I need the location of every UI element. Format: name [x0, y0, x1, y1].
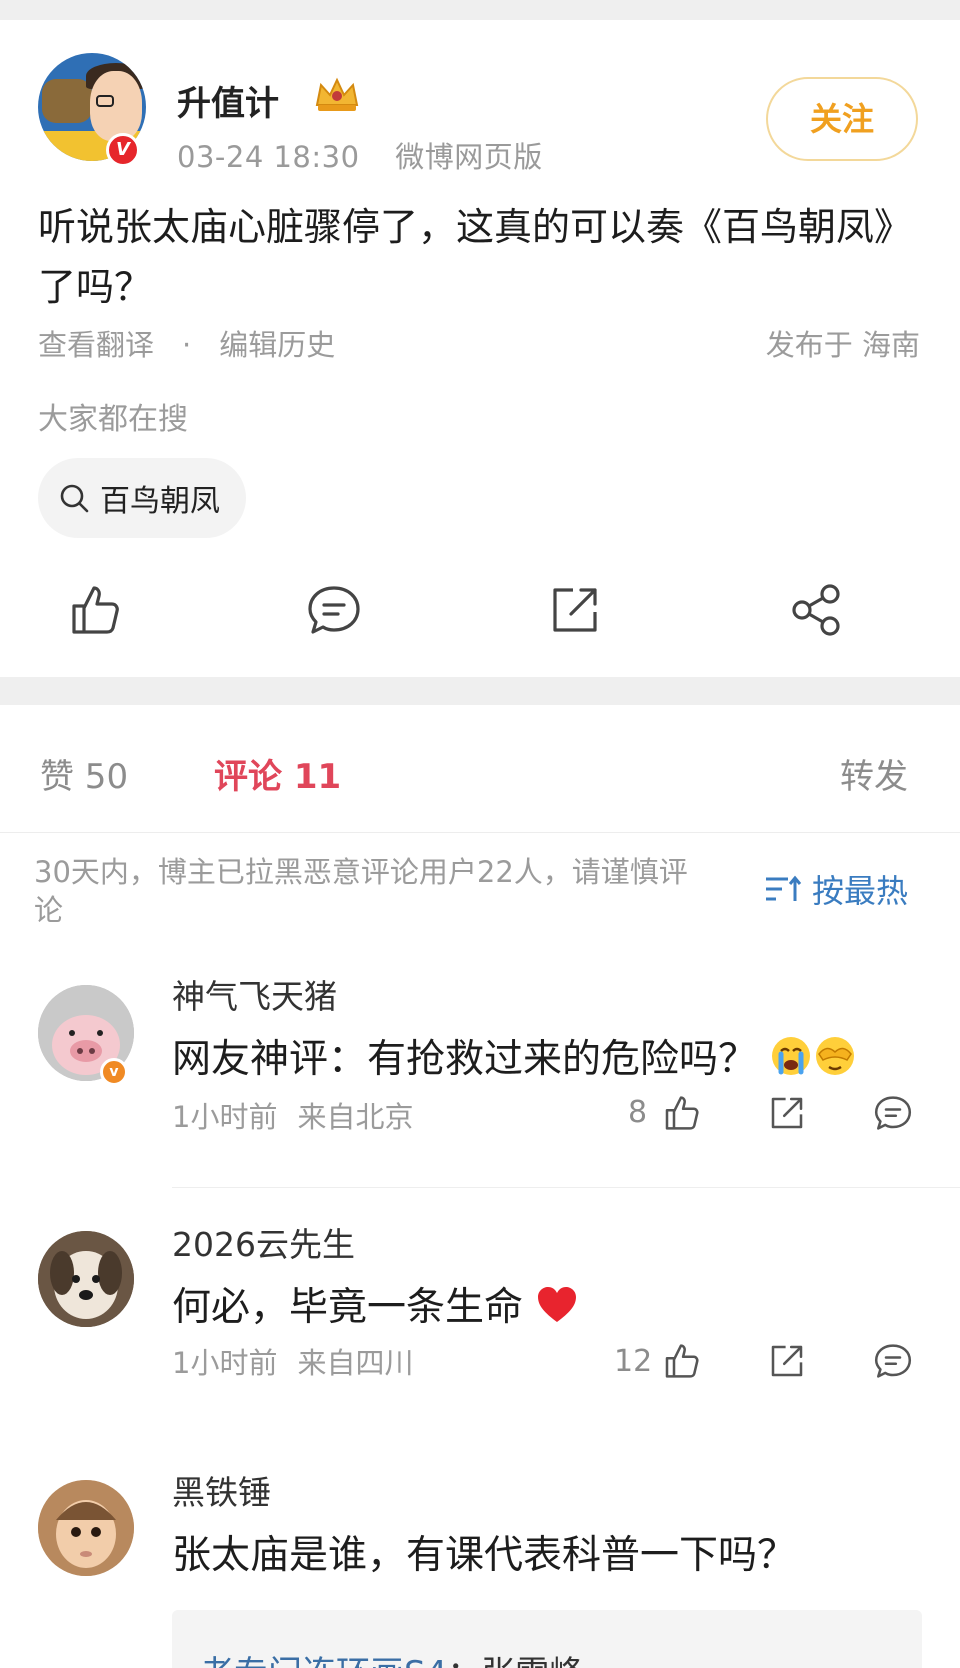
separator-dot: · [182, 328, 192, 362]
top-spacer [0, 0, 960, 20]
comment-text: 张太庙是谁，有课代表科普一下吗？ [172, 1533, 797, 1578]
post-text: 听说张太庙心脏骤停了，这真的可以奏《百鸟朝凤》了吗？ [38, 205, 913, 309]
comment-like-count: 12 [614, 1344, 653, 1379]
sort-icon [766, 875, 802, 901]
comment-time: 1小时前 [172, 1100, 278, 1134]
sort-hot-button[interactable]: 按最热 [764, 866, 908, 912]
comment-meta: 1小时前 来自四川 [172, 1340, 413, 1382]
reply-icon[interactable] [872, 1092, 914, 1134]
heart-emoji [538, 1287, 577, 1322]
post-meta: 03-24 18:30 微博网页版 [177, 134, 543, 176]
commenter-name[interactable]: 2026云先生 [172, 1218, 355, 1266]
commenter-avatar[interactable] [38, 1231, 134, 1327]
repost-icon[interactable] [766, 1092, 808, 1134]
weibo-post-card: V 升值计 03-24 18:30 微博网页版 关注 听说张太庙心脏骤停了，这真… [0, 20, 960, 677]
comment-text: 网友神评：有抢救过来的危险吗？ [172, 1037, 758, 1082]
comment-notice: 30天内，博主已拉黑恶意评论用户22人，请谨慎评论 [34, 855, 688, 927]
verified-badge: V [106, 133, 140, 167]
baby-avatar-photo [38, 1480, 134, 1576]
dog-avatar-photo [38, 1231, 134, 1327]
comment-text-row: 何必，毕竟一条生命 [172, 1276, 579, 1332]
search-chip[interactable]: 百鸟朝凤 [38, 458, 246, 538]
like-icon[interactable] [64, 580, 124, 640]
repost-icon[interactable] [545, 580, 605, 640]
section-divider [0, 677, 960, 705]
reply-icon[interactable] [872, 1340, 914, 1382]
tab-repost[interactable]: 转发 [840, 749, 908, 798]
tab-likes[interactable]: 赞 50 [40, 749, 128, 798]
edit-history-link[interactable]: 编辑历史 [219, 328, 335, 362]
post-tools: 查看翻译 · 编辑历史 [38, 322, 335, 364]
member-badge-icon: v [100, 1058, 128, 1086]
tab-comments[interactable]: 评论 11 [214, 749, 341, 798]
follow-button[interactable]: 关注 [766, 77, 918, 161]
author-name[interactable]: 升值计 [177, 76, 279, 125]
like-icon[interactable] [660, 1092, 702, 1134]
comment-location: 来自四川 [297, 1346, 414, 1380]
comment-meta: 1小时前 来自北京 [172, 1094, 413, 1136]
reply-preview[interactable]: 老专门连环画S4：张雷峰 [172, 1610, 922, 1668]
interaction-tabs: 赞 50 评论 11 转发 [0, 705, 960, 833]
share-icon[interactable] [786, 580, 846, 640]
crown-icon [315, 77, 359, 111]
search-icon [60, 484, 89, 513]
comment-time: 1小时前 [172, 1346, 278, 1380]
comment-text: 何必，毕竟一条生命 [172, 1285, 524, 1330]
sort-label: 按最热 [812, 872, 909, 910]
comment-location: 来自北京 [297, 1100, 414, 1134]
search-section-title: 大家都在搜 [38, 402, 188, 437]
post-source: 微博网页版 [395, 140, 543, 174]
hand-over-eyes-emoji [816, 1037, 855, 1075]
like-icon[interactable] [660, 1340, 702, 1382]
post-action-bar [0, 580, 960, 660]
comment-divider [172, 1187, 960, 1188]
post-location: 发布于 海南 [765, 328, 920, 362]
reply-preview-user[interactable]: 老专门连环画S4 [200, 1654, 447, 1668]
crying-face-emoji [772, 1037, 811, 1075]
commenter-name[interactable]: 神气飞天猪 [172, 970, 337, 1018]
reply-preview-text: 老专门连环画S4：张雷峰 [200, 1646, 583, 1668]
comment-icon[interactable] [304, 580, 364, 640]
post-time: 03-24 18:30 [177, 140, 360, 174]
commenter-name[interactable]: 黑铁锤 [172, 1466, 271, 1514]
comment-like-count: 8 [628, 1095, 648, 1130]
comment-text-row: 网友神评：有抢救过来的危险吗？ [172, 1028, 857, 1084]
repost-icon[interactable] [766, 1340, 808, 1382]
search-chip-label: 百鸟朝凤 [100, 484, 220, 519]
translate-link[interactable]: 查看翻译 [38, 328, 154, 362]
commenter-avatar[interactable] [38, 1480, 134, 1576]
reply-preview-content: ：张雷峰 [447, 1654, 583, 1668]
